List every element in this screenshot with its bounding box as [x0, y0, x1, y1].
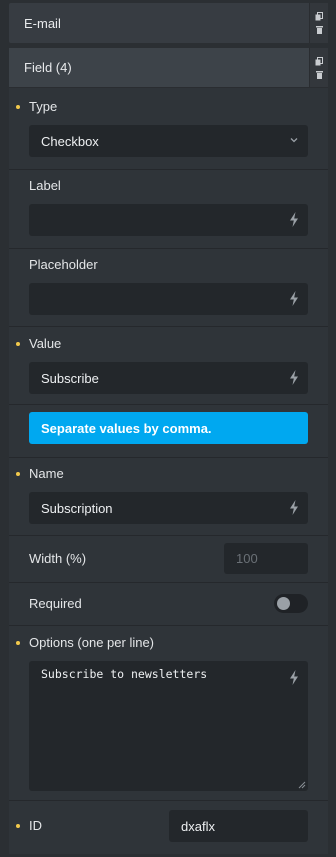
- divider: [9, 535, 328, 536]
- value-input[interactable]: Subscribe: [29, 362, 308, 394]
- placeholder-label: Placeholder: [29, 257, 98, 272]
- lightning-bolt-icon[interactable]: [289, 212, 299, 227]
- label-label: Label: [29, 178, 61, 193]
- toggle-knob: [277, 597, 290, 610]
- divider: [9, 625, 328, 626]
- panel-header-email[interactable]: E-mail: [9, 3, 328, 43]
- copy-icon[interactable]: [315, 12, 323, 21]
- modified-indicator: [16, 105, 20, 109]
- modified-indicator: [16, 342, 20, 346]
- lightning-bolt-icon[interactable]: [289, 370, 299, 385]
- resize-handle-icon[interactable]: [298, 781, 306, 789]
- required-label: Required: [29, 596, 82, 611]
- divider: [9, 248, 328, 249]
- name-label: Name: [29, 466, 64, 481]
- divider: [9, 457, 328, 458]
- name-input-value: Subscription: [41, 500, 113, 516]
- modified-indicator: [16, 641, 20, 645]
- trash-icon[interactable]: [315, 26, 323, 34]
- options-label: Options (one per line): [29, 635, 155, 650]
- divider: [9, 326, 328, 327]
- chevron-down-icon: [290, 138, 298, 143]
- value-input-value: Subscribe: [41, 370, 99, 386]
- label-input[interactable]: [29, 204, 308, 236]
- panel-header-field[interactable]: Field (4): [9, 48, 328, 88]
- value-label: Value: [29, 336, 62, 351]
- divider: [9, 169, 328, 170]
- modified-indicator: [16, 824, 20, 828]
- width-label: Width (%): [29, 551, 87, 566]
- width-input[interactable]: 100: [224, 543, 308, 574]
- modified-indicator: [16, 472, 20, 476]
- divider: [9, 800, 328, 801]
- panel-actions-email: [309, 3, 328, 43]
- divider: [9, 404, 328, 405]
- options-textarea[interactable]: Subscribe to newsletters: [29, 661, 308, 791]
- info-notice: Separate values by comma.: [29, 412, 308, 444]
- name-input[interactable]: Subscription: [29, 492, 308, 524]
- trash-icon[interactable]: [315, 70, 323, 79]
- required-toggle[interactable]: [274, 594, 308, 613]
- lightning-bolt-icon[interactable]: [289, 291, 299, 306]
- panel-title-field: Field (4): [24, 60, 72, 75]
- type-select[interactable]: Checkbox: [29, 125, 308, 157]
- panel-actions-field: [309, 48, 328, 87]
- panel-title-email: E-mail: [24, 15, 61, 31]
- id-input[interactable]: dxaflx: [169, 810, 308, 842]
- type-select-value: Checkbox: [41, 133, 99, 149]
- divider: [9, 582, 328, 583]
- options-textarea-value: Subscribe to newsletters: [41, 667, 208, 681]
- placeholder-input[interactable]: [29, 283, 308, 315]
- copy-icon[interactable]: [315, 56, 323, 66]
- lightning-bolt-icon[interactable]: [289, 500, 299, 515]
- type-label: Type: [29, 99, 58, 114]
- lightning-bolt-icon[interactable]: [289, 670, 299, 685]
- id-label: ID: [29, 818, 42, 833]
